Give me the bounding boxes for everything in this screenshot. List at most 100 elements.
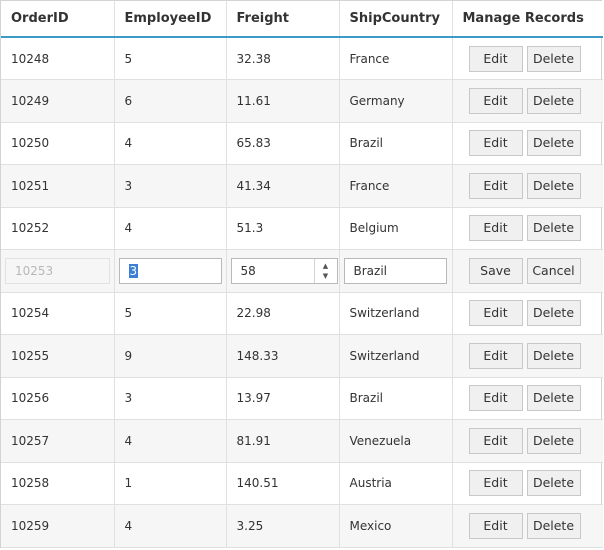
cell-employee-id: 4	[114, 419, 227, 463]
delete-button[interactable]: Delete	[526, 470, 581, 497]
edit-button[interactable]: Edit	[468, 87, 523, 114]
edit-button[interactable]: Edit	[468, 300, 523, 327]
orders-table: OrderID EmployeeID Freight ShipCountry M…	[1, 1, 603, 548]
freight-numeric-field[interactable]: 58 ▲ ▼	[230, 257, 338, 284]
header-manage-records: Manage Records	[452, 1, 603, 38]
spin-up-icon[interactable]: ▲	[323, 261, 328, 271]
cancel-button[interactable]: Cancel	[526, 257, 581, 284]
edit-button[interactable]: Edit	[468, 45, 523, 72]
cell-manage: Edit Delete	[452, 37, 603, 80]
delete-button[interactable]: Delete	[526, 342, 581, 369]
cell-ship-country: Brazil	[339, 249, 453, 293]
edit-button[interactable]: Edit	[468, 172, 523, 199]
delete-button[interactable]: Delete	[526, 427, 581, 454]
cell-manage: Edit Delete	[452, 419, 603, 463]
cell-manage: Edit Delete	[452, 292, 603, 335]
cell-ship-country: France	[339, 164, 453, 208]
order-id-field: 10253	[5, 257, 110, 284]
cell-employee-id: 9	[114, 334, 227, 378]
header-row: OrderID EmployeeID Freight ShipCountry M…	[1, 1, 603, 38]
edit-button[interactable]: Edit	[468, 385, 523, 412]
cell-employee-id: 3	[114, 249, 227, 293]
table-row[interactable]: 10258 1 140.51 Austria Edit Delete	[1, 462, 603, 505]
header-order-id[interactable]: OrderID	[1, 1, 115, 38]
edit-button[interactable]: Edit	[468, 512, 523, 539]
cell-order-id: 10259	[1, 504, 115, 548]
table-row[interactable]: 10248 5 32.38 France Edit Delete	[1, 37, 603, 80]
table-row[interactable]: 10255 9 148.33 Switzerland Edit Delete	[1, 334, 603, 378]
cell-order-id: 10248	[1, 37, 115, 80]
cell-manage: Edit Delete	[452, 207, 603, 250]
delete-button[interactable]: Delete	[526, 130, 581, 157]
delete-button[interactable]: Delete	[526, 300, 581, 327]
cell-employee-id: 1	[114, 462, 227, 505]
cell-employee-id: 3	[114, 377, 227, 420]
cell-manage: Edit Delete	[452, 334, 603, 378]
cell-order-id: 10257	[1, 419, 115, 463]
cell-freight: 148.33	[226, 334, 340, 378]
cell-ship-country: Austria	[339, 462, 453, 505]
cell-ship-country: Switzerland	[339, 334, 453, 378]
cell-ship-country: Germany	[339, 79, 453, 123]
cell-manage: Edit Delete	[452, 79, 603, 123]
table-row[interactable]: 10254 5 22.98 Switzerland Edit Delete	[1, 292, 603, 335]
selected-text: 3	[128, 263, 139, 278]
cell-manage: Save Cancel	[452, 249, 603, 293]
cell-order-id: 10251	[1, 164, 115, 208]
employee-id-field[interactable]: 3	[118, 257, 222, 284]
cell-freight: 41.34	[226, 164, 340, 208]
cell-employee-id: 5	[114, 37, 227, 80]
cell-freight: 32.38	[226, 37, 340, 80]
table-row-editing[interactable]: 10253 3 58 ▲ ▼ Brazil Save Cancel	[1, 249, 603, 293]
cell-manage: Edit Delete	[452, 462, 603, 505]
delete-button[interactable]: Delete	[526, 45, 581, 72]
edit-button[interactable]: Edit	[468, 427, 523, 454]
header-freight[interactable]: Freight	[226, 1, 340, 38]
delete-button[interactable]: Delete	[526, 512, 581, 539]
table-row[interactable]: 10251 3 41.34 France Edit Delete	[1, 164, 603, 208]
edit-button[interactable]: Edit	[468, 342, 523, 369]
cell-manage: Edit Delete	[452, 164, 603, 208]
cell-order-id: 10255	[1, 334, 115, 378]
delete-button[interactable]: Delete	[526, 87, 581, 114]
cell-manage: Edit Delete	[452, 504, 603, 548]
cell-ship-country: Switzerland	[339, 292, 453, 335]
cell-order-id: 10250	[1, 122, 115, 165]
table-row[interactable]: 10252 4 51.3 Belgium Edit Delete	[1, 207, 603, 250]
freight-spinner[interactable]: ▲ ▼	[313, 258, 337, 283]
cell-order-id: 10258	[1, 462, 115, 505]
cell-order-id: 10256	[1, 377, 115, 420]
header-employee-id[interactable]: EmployeeID	[114, 1, 227, 38]
edit-button[interactable]: Edit	[468, 130, 523, 157]
table-row[interactable]: 10259 4 3.25 Mexico Edit Delete	[1, 504, 603, 548]
save-button[interactable]: Save	[468, 257, 523, 284]
cell-employee-id: 6	[114, 79, 227, 123]
table-row[interactable]: 10250 4 65.83 Brazil Edit Delete	[1, 122, 603, 165]
cell-ship-country: Venezuela	[339, 419, 453, 463]
table-row[interactable]: 10257 4 81.91 Venezuela Edit Delete	[1, 419, 603, 463]
header-ship-country[interactable]: ShipCountry	[339, 1, 453, 38]
cell-employee-id: 4	[114, 207, 227, 250]
spin-down-icon[interactable]: ▼	[323, 271, 328, 281]
delete-button[interactable]: Delete	[526, 172, 581, 199]
cell-order-id: 10252	[1, 207, 115, 250]
cell-freight: 22.98	[226, 292, 340, 335]
cell-order-id: 10253	[1, 249, 115, 293]
cell-freight: 81.91	[226, 419, 340, 463]
cell-ship-country: Mexico	[339, 504, 453, 548]
cell-order-id: 10249	[1, 79, 115, 123]
orders-grid: OrderID EmployeeID Freight ShipCountry M…	[0, 0, 603, 548]
delete-button[interactable]: Delete	[526, 215, 581, 242]
cell-manage: Edit Delete	[452, 122, 603, 165]
edit-button[interactable]: Edit	[468, 470, 523, 497]
cell-employee-id: 5	[114, 292, 227, 335]
edit-button[interactable]: Edit	[468, 215, 523, 242]
table-row[interactable]: 10256 3 13.97 Brazil Edit Delete	[1, 377, 603, 420]
ship-country-field[interactable]: Brazil	[343, 257, 447, 284]
cell-ship-country: Brazil	[339, 377, 453, 420]
cell-freight: 51.3	[226, 207, 340, 250]
cell-freight: 11.61	[226, 79, 340, 123]
delete-button[interactable]: Delete	[526, 385, 581, 412]
cell-freight: 3.25	[226, 504, 340, 548]
table-row[interactable]: 10249 6 11.61 Germany Edit Delete	[1, 79, 603, 123]
